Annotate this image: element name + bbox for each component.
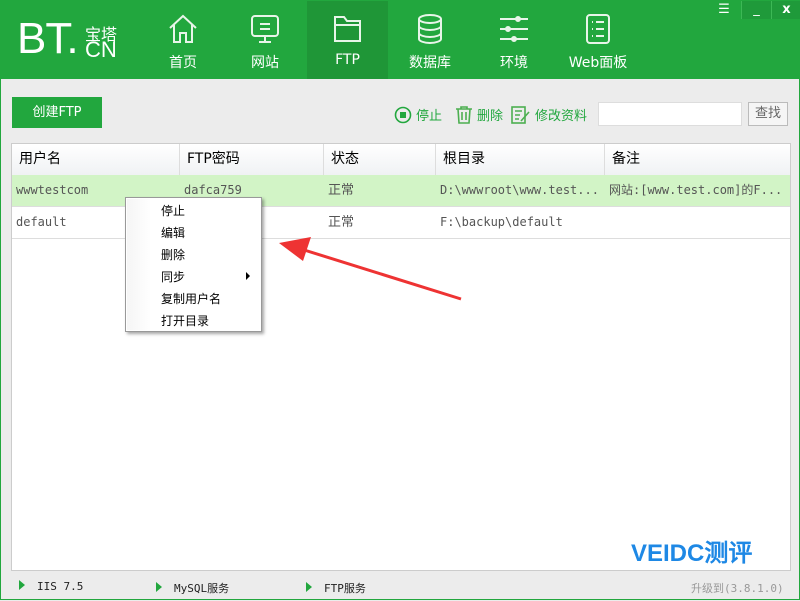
menu-item-edit[interactable]: 编辑	[161, 224, 185, 241]
column-header-password[interactable]: FTP密码	[180, 144, 324, 175]
search-input[interactable]	[598, 102, 742, 126]
status-iis[interactable]: IIS 7.5	[19, 580, 83, 593]
tab-label: 环境	[500, 55, 528, 71]
column-header-username[interactable]: 用户名	[12, 144, 180, 175]
delete-label: 删除	[477, 109, 504, 124]
play-icon	[156, 582, 162, 592]
cell-note	[605, 207, 609, 238]
tab-label: 网站	[251, 55, 279, 71]
play-icon	[19, 580, 25, 590]
watermark: VEIDC测评	[631, 540, 753, 567]
sliders-icon	[500, 16, 528, 42]
tab-label: 数据库	[409, 55, 451, 71]
monitor-icon	[251, 15, 279, 43]
status-ftp-label: FTP服务	[324, 582, 366, 595]
column-header-root[interactable]: 根目录	[436, 144, 605, 175]
status-mysql-label: MySQL服务	[174, 582, 230, 595]
menu-item-stop[interactable]: 停止	[161, 202, 185, 219]
cell-root: D:\wwwroot\www.test...	[440, 183, 599, 197]
header: BT. 宝塔 CN 首页 网站 FTP 数据库 环境 Web面板 ☰ _ x	[1, 1, 800, 79]
tab-environment[interactable]: 环境	[473, 1, 555, 79]
list-icon	[586, 14, 610, 44]
close-button[interactable]: x	[771, 1, 800, 19]
home-icon	[169, 14, 197, 43]
menu-button[interactable]: ☰	[709, 1, 739, 19]
menu-gutter	[127, 199, 151, 330]
status-iis-label: IIS 7.5	[37, 580, 84, 593]
folder-icon	[333, 16, 361, 42]
menu-item-sync[interactable]: 同步	[161, 268, 185, 285]
database-icon	[418, 14, 442, 44]
stop-button[interactable]: 停止	[394, 105, 442, 124]
tab-website[interactable]: 网站	[225, 1, 305, 79]
tab-web-panel[interactable]: Web面板	[557, 1, 639, 79]
menu-item-open-directory[interactable]: 打开目录	[161, 312, 209, 329]
tab-ftp[interactable]: FTP	[307, 1, 388, 79]
red-arrow-annotation	[279, 237, 462, 301]
edit-label: 修改资料	[535, 109, 588, 124]
cell-username: default	[16, 215, 67, 229]
play-icon	[306, 582, 312, 592]
tab-database[interactable]: 数据库	[389, 1, 471, 79]
edit-icon	[511, 105, 530, 124]
edit-button[interactable]: 修改资料	[511, 105, 587, 124]
column-header-status[interactable]: 状态	[324, 144, 436, 175]
cell-note: 网站:[www.test.com]的F...	[609, 183, 783, 197]
cell-status: 正常	[328, 183, 355, 198]
logo-bt: BT.	[17, 14, 79, 63]
status-ftp[interactable]: FTP服务	[306, 580, 366, 596]
context-menu: 停止 编辑 删除 同步 复制用户名 打开目录	[125, 197, 262, 332]
tab-label: Web面板	[568, 55, 628, 71]
tab-label: 首页	[169, 55, 197, 71]
submenu-arrow-icon	[246, 272, 250, 280]
logo-cn: CN	[85, 37, 117, 62]
minimize-button[interactable]: _	[741, 1, 771, 19]
tab-label: FTP	[335, 52, 360, 68]
trash-icon	[456, 105, 472, 124]
delete-button[interactable]: 删除	[455, 105, 503, 124]
tab-home[interactable]: 首页	[143, 1, 223, 79]
menu-item-copy-username[interactable]: 复制用户名	[161, 290, 221, 307]
find-button[interactable]: 查找	[748, 102, 788, 126]
column-header-note[interactable]: 备注	[605, 144, 790, 175]
stop-icon	[394, 106, 412, 123]
cell-username: wwwtestcom	[16, 183, 89, 197]
stop-label: 停止	[416, 109, 443, 124]
status-mysql[interactable]: MySQL服务	[156, 580, 229, 596]
menu-item-delete[interactable]: 删除	[161, 246, 185, 263]
create-ftp-button[interactable]: 创建FTP	[12, 97, 102, 128]
upgrade-link[interactable]: 升级到(3.8.1.0)	[691, 580, 784, 596]
status-bar: IIS 7.5 MySQL服务 FTP服务 升级到(3.8.1.0)	[1, 571, 800, 601]
